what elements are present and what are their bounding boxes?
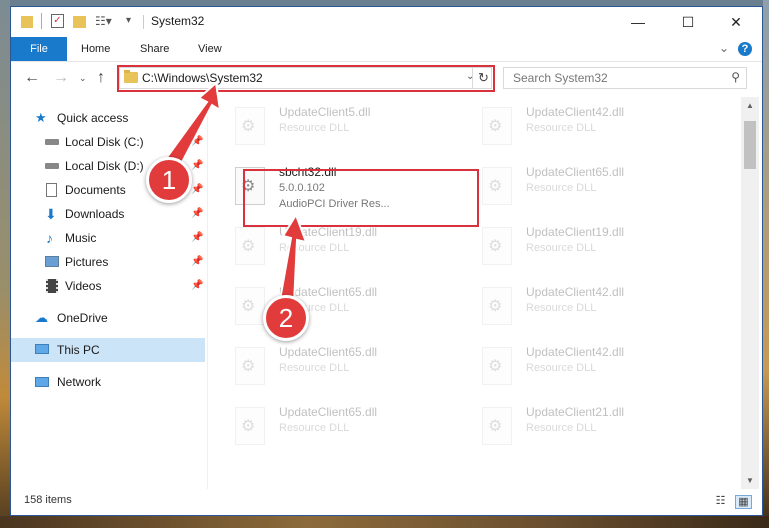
callout-badge-1: 1 [146,157,192,203]
arrow-2 [278,212,308,306]
callout-badge-2: 2 [263,295,309,341]
callout-arrows [163,81,308,306]
arrow-1 [163,81,222,170]
